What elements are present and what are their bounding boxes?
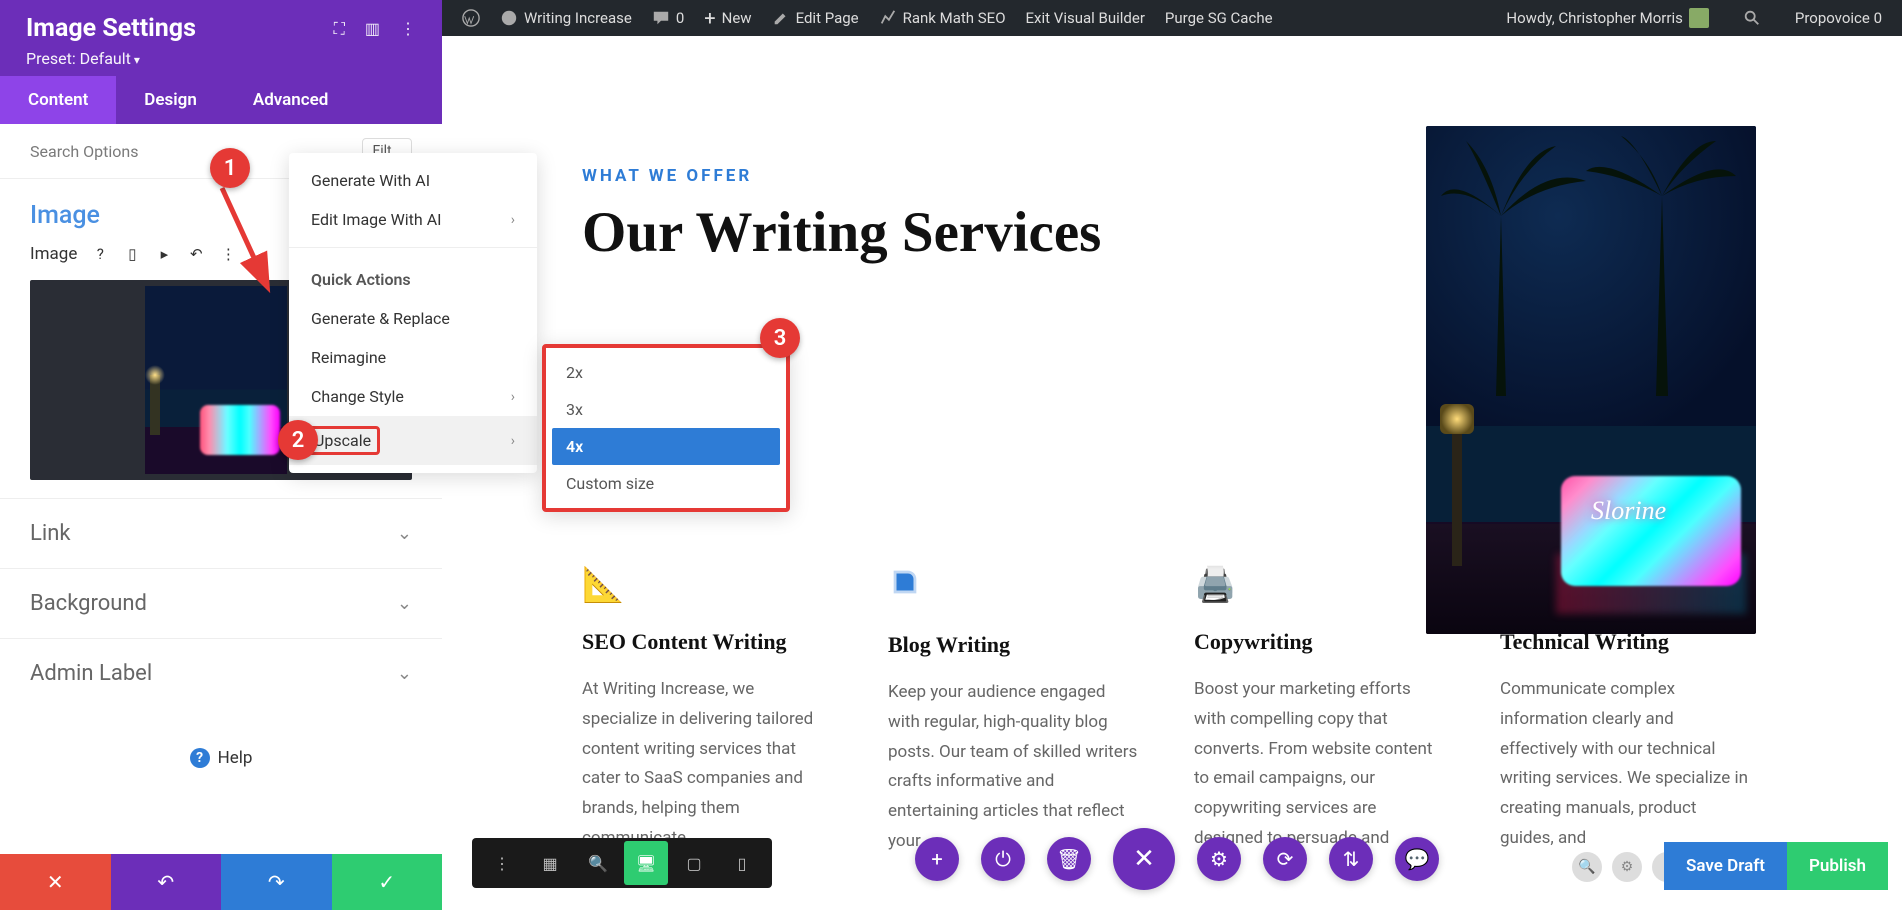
help-link[interactable]: ? Help (0, 708, 442, 808)
ai-context-menu: Generate With AI Edit Image With AI› Qui… (289, 153, 537, 473)
hero-image[interactable]: Slorine (1426, 126, 1756, 634)
printer-icon: 🖨️ (1194, 565, 1444, 605)
upscale-2x[interactable]: 2x (552, 354, 780, 391)
wp-logo[interactable] (452, 9, 490, 27)
accordion-admin-label[interactable]: Admin Label ⌄ (0, 638, 442, 708)
exit-builder-link[interactable]: Exit Visual Builder (1016, 9, 1155, 27)
chat-button[interactable]: 💬 (1395, 837, 1439, 881)
upscale-submenu: 2x 3x 4x Custom size (542, 344, 790, 512)
publish-button[interactable]: Publish (1787, 842, 1888, 890)
tab-design[interactable]: Design (116, 76, 225, 124)
image-field-label: Image (30, 244, 77, 264)
settings-tabs: Content Design Advanced (0, 76, 442, 124)
settings-button[interactable]: ⚙ (1197, 837, 1241, 881)
redo-button[interactable]: ↷ (221, 854, 332, 910)
panel-title: Image Settings (26, 14, 196, 43)
comments-link[interactable]: 0 (642, 9, 694, 27)
service-title: Blog Writing (888, 632, 1138, 658)
service-body: At Writing Increase, we specialize in de… (582, 675, 832, 854)
menu-generate-ai[interactable]: Generate With AI (289, 161, 537, 200)
menu-edit-ai[interactable]: Edit Image With AI› (289, 200, 537, 239)
upscale-4x[interactable]: 4x (552, 428, 780, 465)
mini-gear-icon[interactable]: ⚙ (1612, 852, 1642, 882)
service-body: Communicate complex information clearly … (1500, 675, 1750, 854)
service-title: Copywriting (1194, 629, 1444, 655)
chevron-down-icon: ⌄ (397, 663, 412, 684)
service-item: 🖨️ Copywriting Boost your marketing effo… (1194, 565, 1444, 857)
avatar (1689, 8, 1709, 28)
desktop-view[interactable]: 🖥 (624, 841, 668, 885)
hero-sign: Slorine (1591, 496, 1666, 526)
search-icon[interactable] (1733, 9, 1771, 27)
phone-icon[interactable]: ▯ (123, 245, 141, 263)
add-button[interactable]: + (915, 837, 959, 881)
ruler-pencil-icon: 📐 (582, 565, 832, 605)
blog-icon (888, 565, 1138, 608)
preset-selector[interactable]: Preset: Default (26, 49, 416, 68)
menu-generate-replace[interactable]: Generate & Replace (289, 299, 537, 338)
service-item: Blog Writing Keep your audience engaged … (888, 565, 1138, 857)
accordion-link[interactable]: Link ⌄ (0, 498, 442, 568)
chevron-down-icon: ⌄ (397, 593, 412, 614)
sidebar-footer: ✕ ↶ ↷ ✓ (0, 854, 442, 910)
cursor-icon[interactable]: ▸ (155, 245, 173, 263)
save-draft-button[interactable]: Save Draft (1664, 842, 1787, 890)
mini-search-icon[interactable]: 🔍 (1572, 852, 1602, 882)
annotation-3: 3 (760, 318, 800, 358)
site-name[interactable]: Writing Increase (490, 9, 642, 27)
menu-reimagine[interactable]: Reimagine (289, 338, 537, 377)
service-item: 📐 SEO Content Writing At Writing Increas… (582, 565, 832, 857)
menu-upscale[interactable]: Upscale› (289, 416, 537, 465)
expand-icon[interactable]: ⛶ (334, 19, 345, 39)
palm-trees (1436, 136, 1736, 396)
wireframe-icon[interactable]: ▦ (528, 841, 572, 885)
builder-actions: + ⏻ 🗑 ✕ ⚙ ⟳ ⇅ 💬 (915, 828, 1439, 890)
delete-button[interactable]: 🗑 (1047, 837, 1091, 881)
more-vertical-icon[interactable]: ⋮ (480, 841, 524, 885)
columns-icon[interactable]: ▥ (365, 19, 380, 39)
new-content[interactable]: +New (694, 6, 761, 30)
wp-admin-bar: Writing Increase 0 +New Edit Page Rank M… (442, 0, 1902, 36)
sort-button[interactable]: ⇅ (1329, 837, 1373, 881)
save-button[interactable]: ✓ (332, 854, 443, 910)
service-body: Boost your marketing efforts with compel… (1194, 675, 1444, 854)
menu-change-style[interactable]: Change Style› (289, 377, 537, 416)
help-icon[interactable]: ? (91, 245, 109, 263)
question-icon: ? (190, 748, 210, 768)
annotation-1: 1 (210, 148, 250, 188)
publish-bar: Save Draft Publish (1664, 842, 1888, 890)
history-button[interactable]: ⟳ (1263, 837, 1307, 881)
device-toolbar: ⋮ ▦ 🔍 🖥 ▢ ▯ (472, 838, 772, 888)
discard-button[interactable]: ✕ (0, 854, 111, 910)
tablet-view[interactable]: ▢ (672, 841, 716, 885)
upscale-custom[interactable]: Custom size (552, 465, 780, 502)
tab-content[interactable]: Content (0, 76, 116, 124)
chevron-right-icon: › (511, 433, 515, 449)
service-title: SEO Content Writing (582, 629, 832, 655)
menu-quick-actions-header: Quick Actions (289, 256, 537, 299)
mobile-view[interactable]: ▯ (720, 841, 764, 885)
zoom-icon[interactable]: 🔍 (576, 841, 620, 885)
power-button[interactable]: ⏻ (981, 837, 1025, 881)
chevron-right-icon: › (511, 212, 515, 228)
chevron-right-icon: › (511, 389, 515, 405)
undo-icon[interactable]: ↶ (187, 245, 205, 263)
rank-math-link[interactable]: Rank Math SEO (869, 9, 1016, 27)
undo-button[interactable]: ↶ (111, 854, 222, 910)
purge-cache-link[interactable]: Purge SG Cache (1155, 9, 1283, 27)
accordion-background[interactable]: Background ⌄ (0, 568, 442, 638)
close-builder-button[interactable]: ✕ (1113, 828, 1175, 890)
edit-page-link[interactable]: Edit Page (762, 9, 869, 27)
upscale-3x[interactable]: 3x (552, 391, 780, 428)
annotation-2: 2 (278, 420, 318, 460)
tab-advanced[interactable]: Advanced (225, 76, 357, 124)
more-icon[interactable]: ⋮ (400, 19, 416, 39)
chevron-down-icon: ⌄ (397, 523, 412, 544)
propovoice-link[interactable]: Propovoice 0 (1785, 9, 1892, 27)
user-greeting[interactable]: Howdy, Christopher Morris (1496, 8, 1718, 28)
annotation-arrow (210, 180, 280, 300)
search-options[interactable]: Search Options (30, 142, 138, 161)
